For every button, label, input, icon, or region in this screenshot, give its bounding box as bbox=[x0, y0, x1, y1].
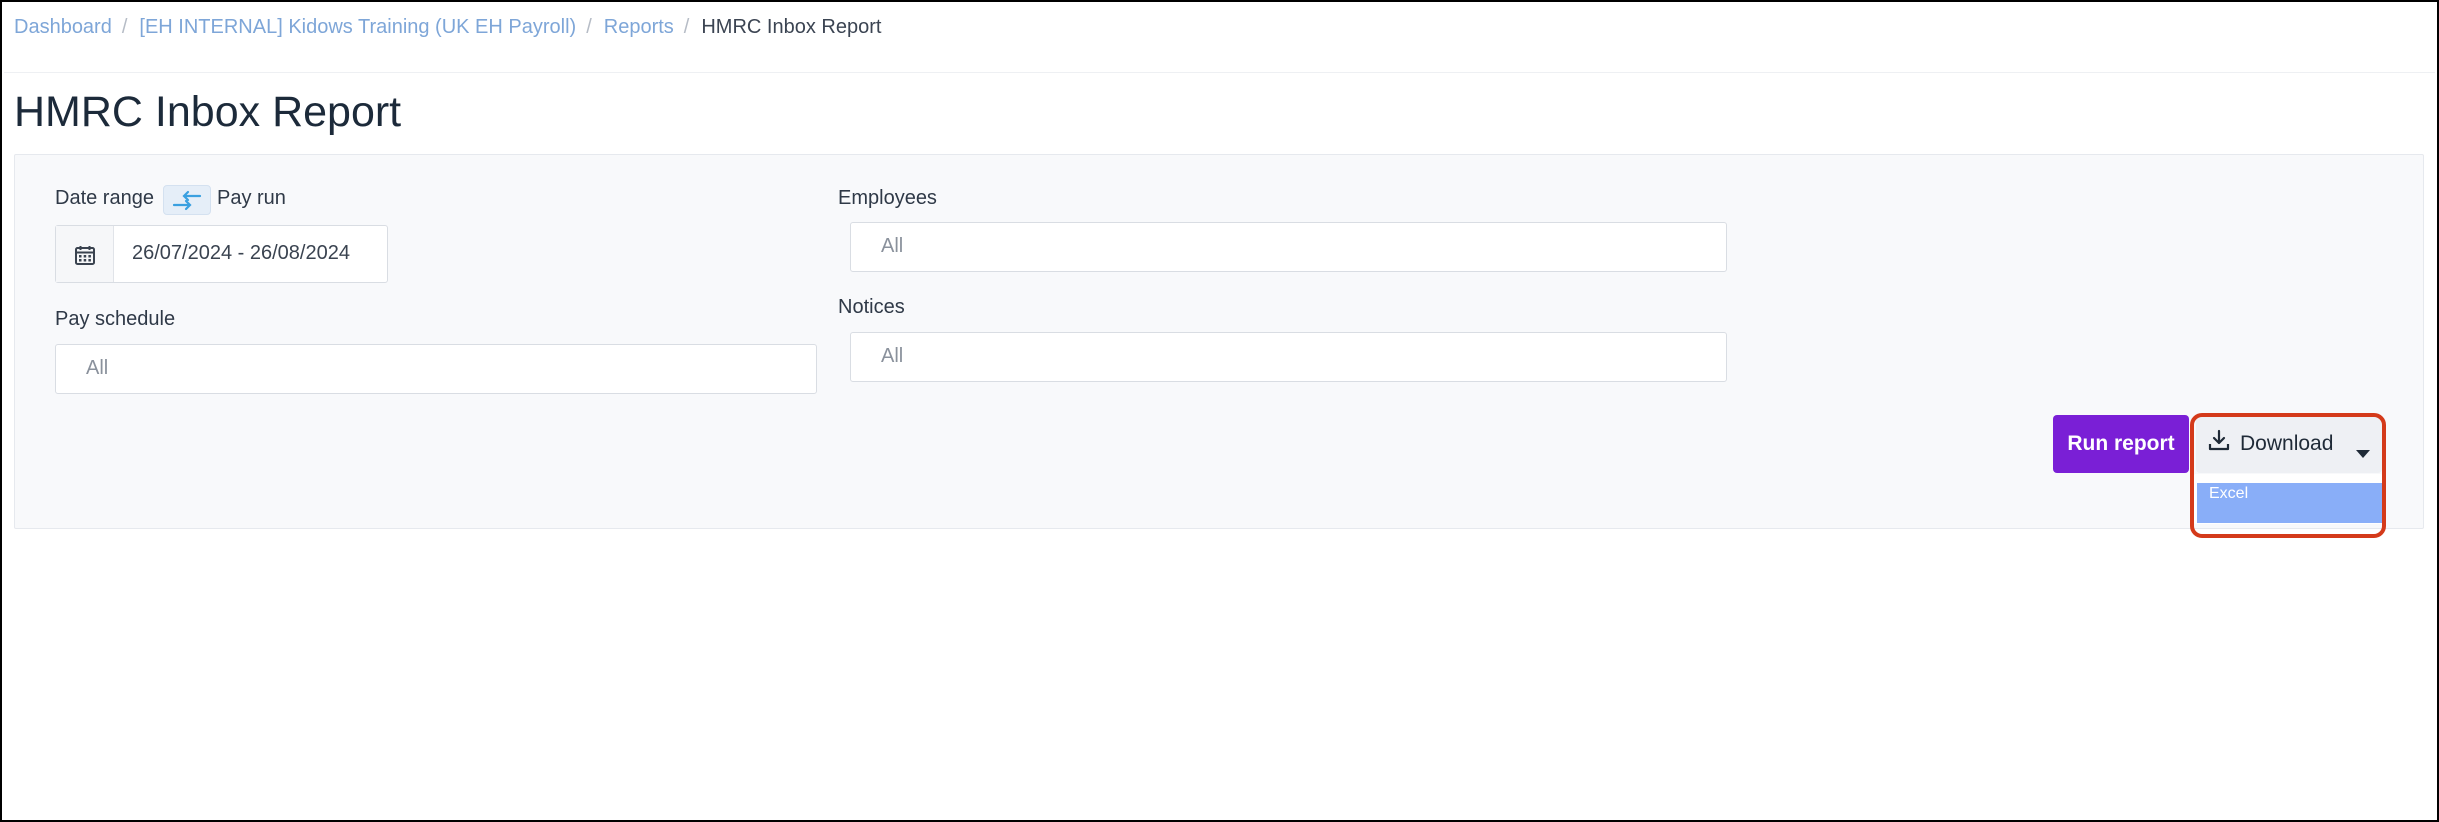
notices-value: All bbox=[881, 345, 904, 367]
date-range-field[interactable]: 26/07/2024 - 26/08/2024 bbox=[55, 225, 388, 283]
page-title: HMRC Inbox Report bbox=[14, 88, 402, 136]
download-button[interactable]: Download bbox=[2196, 415, 2382, 473]
app-window: Dashboard / [EH INTERNAL] Kidows Trainin… bbox=[0, 0, 2439, 822]
notices-select[interactable]: All bbox=[850, 332, 1727, 382]
pay-schedule-label: Pay schedule bbox=[55, 308, 176, 330]
date-range-label[interactable]: Date range bbox=[55, 185, 154, 211]
employees-label: Employees bbox=[838, 187, 937, 209]
breadcrumb-separator: / bbox=[683, 16, 690, 38]
breadcrumb-dashboard[interactable]: Dashboard bbox=[14, 12, 112, 42]
calendar-addon[interactable] bbox=[56, 226, 114, 282]
breadcrumb-separator: / bbox=[121, 16, 128, 38]
download-dropdown-menu: Excel bbox=[2194, 474, 2383, 524]
breadcrumb-business[interactable]: [EH INTERNAL] Kidows Training (UK EH Pay… bbox=[139, 12, 576, 42]
notices-label: Notices bbox=[838, 296, 905, 318]
breadcrumb: Dashboard / [EH INTERNAL] Kidows Trainin… bbox=[14, 12, 881, 42]
calendar-icon bbox=[75, 246, 95, 265]
date-range-value: 26/07/2024 - 26/08/2024 bbox=[132, 242, 350, 264]
download-icon bbox=[2208, 429, 2230, 459]
breadcrumb-reports[interactable]: Reports bbox=[604, 12, 674, 42]
pay-schedule-select[interactable]: All bbox=[55, 344, 817, 394]
pay-schedule-value: All bbox=[86, 357, 109, 379]
pay-run-label[interactable]: Pay run bbox=[217, 185, 286, 211]
employees-value: All bbox=[881, 235, 904, 257]
breadcrumb-current: HMRC Inbox Report bbox=[701, 16, 882, 38]
breadcrumb-separator: / bbox=[586, 16, 592, 38]
swap-arrows-icon[interactable] bbox=[163, 185, 211, 215]
caret-down-icon bbox=[2356, 440, 2370, 464]
download-option-excel[interactable]: Excel bbox=[2197, 483, 2383, 523]
employees-select[interactable]: All bbox=[850, 222, 1727, 272]
run-report-button[interactable]: Run report bbox=[2053, 415, 2189, 473]
download-label: Download bbox=[2240, 432, 2334, 455]
header-divider bbox=[4, 72, 2435, 73]
